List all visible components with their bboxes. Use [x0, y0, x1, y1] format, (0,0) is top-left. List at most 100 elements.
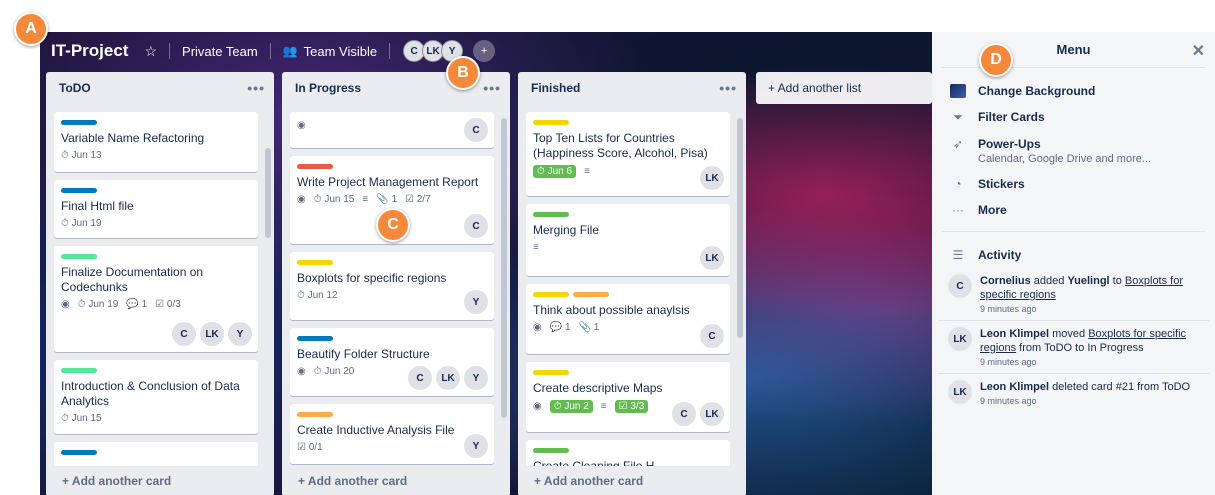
list-todo: ToDO ••• Variable Name Refactoring ⏱ Jun… — [46, 72, 274, 495]
card[interactable]: Think about possible anaylsis ◉ 💬 1 📎 1 … — [526, 284, 730, 354]
avatar[interactable]: Y — [464, 434, 488, 458]
avatar[interactable]: Y — [464, 290, 488, 314]
card-label — [297, 260, 333, 265]
avatar[interactable]: LK — [436, 366, 460, 390]
card-badges: ⏱ Jun 12 — [297, 290, 487, 301]
menu-item-power-ups[interactable]: ➶ Power-Ups Calendar, Google Drive and m… — [932, 131, 1215, 171]
avatar[interactable]: C — [172, 322, 196, 346]
avatar[interactable]: Y — [228, 322, 252, 346]
avatar[interactable]: LK — [700, 402, 724, 426]
card[interactable]: Variable Name Refactoring ⏱ Jun 13 — [54, 112, 258, 172]
list-title[interactable]: ToDO — [59, 81, 91, 95]
team-button[interactable]: Private Team — [182, 44, 258, 59]
avatar[interactable]: LK — [700, 166, 724, 190]
avatar[interactable]: LK — [200, 322, 224, 346]
activity-timestamp[interactable]: 9 minutes ago — [980, 304, 1199, 314]
card[interactable]: Top Ten Lists for Countries (Happiness S… — [526, 112, 730, 196]
due-date-badge: ⏱ Jun 13 — [61, 150, 102, 161]
due-date-badge: ⏱ Jun 20 — [313, 366, 355, 377]
add-card-button[interactable]: + Add another card — [518, 466, 746, 495]
avatar[interactable]: Y — [464, 366, 488, 390]
filter-icon: ⏷ — [953, 110, 963, 124]
card-members: Y — [464, 290, 488, 314]
card-label — [533, 448, 569, 453]
list-title[interactable]: In Progress — [295, 81, 361, 95]
avatar[interactable]: C — [672, 402, 696, 426]
activity-title: Activity — [978, 248, 1022, 262]
menu-item-more[interactable]: ··· More — [932, 197, 1215, 223]
activity-timestamp[interactable]: 9 minutes ago — [980, 396, 1190, 406]
card[interactable]: Beautify Folder Structure ◉ ⏱ Jun 20 C L… — [290, 328, 494, 396]
card[interactable]: Merging File ≡ LK — [526, 204, 730, 276]
watch-icon: ◉ — [297, 366, 306, 377]
due-date-badge: ⏱ Jun 15 — [313, 194, 355, 205]
avatar[interactable]: LK — [948, 380, 972, 404]
list-scrollbar[interactable] — [265, 148, 271, 238]
card-badges: ≡ — [533, 242, 723, 253]
due-date-complete-badge[interactable]: ⏱ Jun 2 — [549, 400, 593, 413]
avatar[interactable]: C — [464, 118, 488, 142]
card[interactable]: Introduction & Conclusion of Data Analyt… — [54, 360, 258, 434]
card-label — [61, 188, 97, 193]
divider — [389, 43, 391, 59]
description-icon: ≡ — [362, 194, 369, 205]
card-title: Beautify Folder Structure — [297, 347, 430, 361]
activity-timestamp[interactable]: 9 minutes ago — [980, 357, 1199, 367]
add-list-button[interactable]: + Add another list — [756, 72, 932, 104]
invite-member-icon[interactable]: + — [473, 40, 496, 62]
card-badges: ◉ 💬 1 📎 1 — [533, 322, 723, 333]
card-badges: ⏱ Jun 6 ≡ — [533, 165, 723, 178]
card-label — [297, 412, 333, 417]
activity-text: Leon Klimpel moved Boxplots for specific… — [980, 328, 1187, 354]
card[interactable]: Finalize Documentation on Codechunks ◉ ⏱… — [54, 246, 258, 352]
checklist-badge: ☑ 0/3 — [155, 299, 181, 310]
card[interactable]: Create descriptive Maps ◉ ⏱ Jun 2 ≡ ☑ 3/… — [526, 362, 730, 432]
activity-header[interactable]: ☰ Activity — [932, 240, 1215, 268]
card-title: Create descriptive Maps — [533, 381, 663, 395]
board-canvas: IT-Project ☆ Private Team 👥 Team Visible… — [40, 32, 932, 495]
menu-item-stickers[interactable]: ◔ Stickers — [932, 171, 1215, 197]
card-title: Think about possible anaylsis — [533, 303, 690, 317]
card[interactable]: Final Html file ⏱ Jun 19 — [54, 180, 258, 238]
add-card-button[interactable]: + Add another card — [282, 466, 510, 495]
avatar[interactable]: C — [948, 274, 972, 298]
add-card-button[interactable]: + Add another card — [46, 466, 274, 495]
people-icon: 👥 — [282, 44, 298, 58]
menu-item-change-background[interactable]: Change Background — [932, 78, 1215, 104]
menu-item-subtitle: Calendar, Google Drive and more... — [978, 153, 1152, 165]
menu-item-filter-cards[interactable]: ⏷ Filter Cards — [932, 104, 1215, 131]
card[interactable]: Create Inductive Analysis File ☑ 0/1 Y — [290, 404, 494, 464]
card-label — [61, 368, 97, 373]
due-date-complete-badge[interactable]: ⏱ Jun 6 — [533, 165, 577, 178]
list-header: ToDO ••• — [46, 72, 274, 104]
card-members: LK — [700, 166, 724, 190]
avatar[interactable]: C — [700, 324, 724, 348]
annotation-marker-d: D — [979, 43, 1013, 77]
star-icon[interactable]: ☆ — [144, 43, 157, 60]
list-menu-icon[interactable]: ••• — [483, 80, 501, 96]
list-title[interactable]: Finished — [531, 81, 580, 95]
avatar[interactable]: LK — [948, 327, 972, 351]
card-label — [61, 450, 97, 455]
checklist-badge: ☑ 2/7 — [405, 194, 431, 205]
watch-icon: ◉ — [533, 322, 542, 333]
menu-title: Menu — [1056, 42, 1091, 57]
card-title: Introduction & Conclusion of Data Analyt… — [61, 379, 240, 408]
list-scrollbar[interactable] — [501, 118, 507, 418]
watch-icon: ◉ — [297, 194, 306, 205]
list-menu-icon[interactable]: ••• — [719, 80, 737, 96]
avatar[interactable]: C — [408, 366, 432, 390]
avatar[interactable]: LK — [700, 246, 724, 270]
list-scrollbar[interactable] — [737, 118, 743, 338]
visibility-button[interactable]: Team Visible — [304, 44, 377, 59]
card-badges: ◉ — [297, 120, 487, 131]
card-label — [297, 164, 333, 169]
card[interactable]: ◉ C — [290, 112, 494, 148]
close-icon[interactable]: ✕ — [1192, 41, 1205, 61]
avatar[interactable]: C — [464, 214, 488, 238]
board-title[interactable]: IT-Project — [51, 41, 128, 61]
card[interactable]: Boxplots for specific regions ⏱ Jun 12 Y — [290, 252, 494, 320]
list-menu-icon[interactable]: ••• — [247, 80, 265, 96]
description-icon: ≡ — [584, 166, 590, 177]
list-header: Finished ••• — [518, 72, 746, 104]
